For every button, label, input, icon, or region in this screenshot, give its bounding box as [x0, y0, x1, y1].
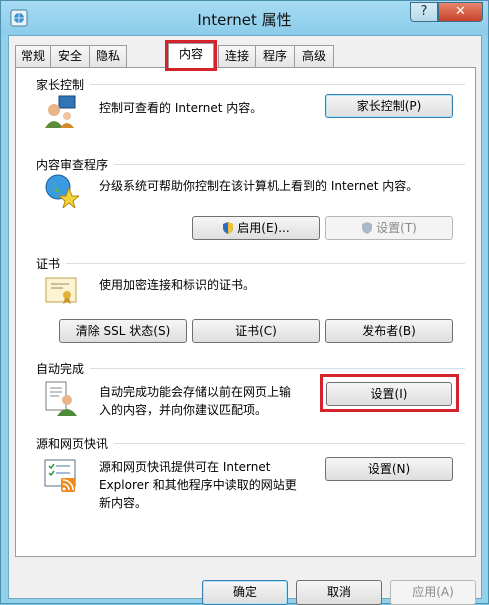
help-button[interactable]: ? [410, 2, 438, 22]
feeds-description-line2: Explorer 和其他程序中读取的网站更 [99, 478, 297, 492]
tab-programs[interactable]: 程序 [255, 45, 295, 67]
feeds-icon [44, 459, 76, 492]
feeds-description-line1: 源和网页快讯提供可在 Internet [99, 460, 271, 474]
section-divider [66, 263, 465, 264]
autocomplete-settings-button[interactable]: 设置(I) [326, 382, 452, 406]
section-divider [90, 84, 465, 85]
apply-button[interactable]: 应用(A) [390, 580, 476, 605]
enable-advisor-button[interactable]: 启用(E)... [192, 216, 320, 240]
certificates-description: 使用加密连接和标识的证书。 [99, 278, 256, 292]
tab-advanced[interactable]: 高级 [294, 45, 334, 67]
tab-content[interactable]: 内容 [168, 43, 214, 68]
parental-control-icon [45, 95, 76, 128]
content-tab-panel: 家长控制 控制可查看的 Internet 内容。 家长控制(P) 内容审查程序 … [15, 67, 476, 557]
tab-security[interactable]: 安全 [50, 45, 90, 67]
feeds-description-line3: 新内容。 [99, 496, 148, 510]
clear-ssl-state-button[interactable]: 清除 SSL 状态(S) [59, 319, 187, 343]
content-advisor-heading: 内容审查程序 [36, 158, 109, 172]
section-divider [90, 368, 465, 369]
advisor-settings-label: 设置(T) [376, 221, 417, 235]
globe-star-icon [45, 174, 79, 208]
autocomplete-description-line2: 入的内容，并向你建议匹配项。 [99, 403, 268, 417]
internet-properties-window: Internet 属性 ? ✕ 常规 安全 隐私 内容 连接 程序 高级 家长控… [0, 0, 489, 605]
ok-button[interactable]: 确定 [202, 580, 288, 605]
close-button[interactable]: ✕ [438, 2, 483, 22]
certificates-button[interactable]: 证书(C) [192, 319, 320, 343]
tab-general[interactable]: 常规 [15, 45, 51, 67]
certificates-heading: 证书 [36, 257, 61, 271]
cancel-button[interactable]: 取消 [296, 580, 382, 605]
feeds-heading: 源和网页快讯 [36, 437, 109, 451]
parental-control-heading: 家长控制 [36, 78, 85, 92]
dialog-client-area: 常规 安全 隐私 内容 连接 程序 高级 家长控制 控制可查看的 Interne… [8, 35, 482, 605]
autocomplete-description-line1: 自动完成功能会存储以前在网页上输 [99, 385, 292, 399]
section-divider [114, 443, 465, 444]
content-advisor-description: 分级系统可帮助你控制在该计算机上看到的 Internet 内容。 [99, 179, 419, 193]
parental-control-description: 控制可查看的 Internet 内容。 [99, 101, 263, 115]
uac-shield-icon [223, 222, 234, 234]
autocomplete-icon [45, 381, 77, 416]
enable-advisor-label: 启用(E)... [237, 221, 290, 235]
tab-privacy[interactable]: 隐私 [89, 45, 127, 67]
uac-shield-icon [362, 222, 373, 234]
certificate-icon [45, 277, 77, 304]
feeds-settings-button[interactable]: 设置(N) [325, 457, 453, 481]
tab-connections[interactable]: 连接 [218, 45, 256, 67]
section-divider [114, 164, 465, 165]
advisor-settings-button[interactable]: 设置(T) [325, 216, 453, 240]
publishers-button[interactable]: 发布者(B) [325, 319, 453, 343]
parental-control-button[interactable]: 家长控制(P) [325, 94, 453, 118]
title-bar[interactable]: Internet 属性 ? ✕ [1, 1, 488, 35]
autocomplete-heading: 自动完成 [36, 362, 85, 376]
